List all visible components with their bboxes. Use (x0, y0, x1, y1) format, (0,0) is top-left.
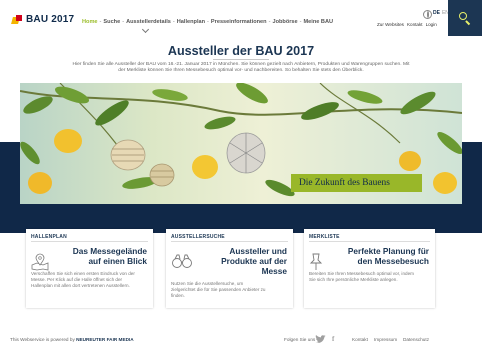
card-description: Bereiten Sie Ihren Messebesuch optimal v… (309, 271, 414, 282)
language-switch: DE EN (433, 10, 449, 16)
hero-tagline: Die Zukunft des Bauens (291, 174, 422, 192)
nav-separator: - (172, 19, 175, 25)
card-category: AUSSTELLERSUCHE (171, 234, 225, 240)
card-description: Nutzen Sie die Ausstellersuche, um zielg… (171, 281, 266, 298)
binoculars-icon (172, 254, 192, 268)
card-category: HALLENPLAN (31, 234, 67, 240)
title-divider (213, 59, 269, 60)
footer-link-datenschutz[interactable]: Datenschutz (403, 337, 429, 342)
nav-item-presseinformationen[interactable]: Presseinformationen (211, 19, 267, 25)
card-hallenplan[interactable]: HALLENPLAN Das Messegelände auf einen Bl… (26, 229, 153, 308)
search-icon (459, 12, 467, 20)
card-headline: Das Messegelände auf einen Blick (72, 246, 147, 266)
card-divider (309, 241, 430, 242)
nav-separator: - (299, 19, 302, 25)
card-category: MERKLISTE (309, 234, 340, 240)
footer-link-kontakt[interactable]: Kontakt (352, 337, 368, 342)
powered-by-link[interactable]: NEUREUTER FAIR MEDIA (76, 337, 134, 342)
nav-item-home[interactable]: Home (82, 19, 98, 25)
nav-item-jobboerse[interactable]: Jobbörse (272, 19, 297, 25)
card-description: Verschaffen Sie sich einen ersten Eindru… (31, 271, 135, 288)
page-title: Aussteller der BAU 2017 (167, 44, 315, 58)
powered-by: This Webservice is powered by NEUREUTER … (10, 337, 134, 342)
twitter-icon[interactable] (315, 335, 326, 344)
facebook-icon[interactable]: f (332, 335, 334, 343)
nav-separator: - (122, 19, 125, 25)
top-bar: BAU 2017 Home - Suche - Ausstellerdetails - Ha… (0, 0, 482, 36)
intro-text: Hier finden Sie alle Aussteller der BAU … (72, 62, 410, 74)
nav-item-hallenplan[interactable]: Hallenplan (177, 19, 205, 25)
footer: This Webservice is powered by NEUREUTER … (0, 334, 482, 345)
contact-link[interactable]: Kontakt (407, 22, 423, 27)
hero-banner: Die Zukunft des Bauens (20, 83, 462, 204)
card-divider (171, 241, 288, 242)
follow-us-label: Folgen Sie uns (284, 337, 316, 342)
footer-link-impressum[interactable]: Impressum (374, 337, 397, 342)
chevron-down-icon[interactable] (141, 25, 150, 34)
globe-icon (423, 10, 432, 19)
top-links: Zur Websites Kontakt Login (377, 22, 440, 27)
lang-de[interactable]: DE (433, 10, 440, 16)
logo-mark (11, 14, 23, 25)
nav-separator: - (207, 19, 209, 25)
bau-logo[interactable]: BAU 2017 (11, 14, 75, 25)
logo-text: BAU 2017 (26, 14, 75, 25)
card-merkliste[interactable]: MERKLISTE Perfekte Planung für den Messe… (304, 229, 435, 308)
map-pin-icon (31, 253, 49, 271)
main-nav: Home - Suche - Ausstellerdetails - Hallenplan -… (82, 19, 333, 25)
card-divider (31, 241, 148, 242)
nav-item-meine-bau[interactable]: Meine BAU (304, 19, 334, 25)
nav-separator: - (99, 19, 102, 25)
card-headline: Perfekte Planung für den Messebesuch (347, 246, 429, 266)
card-ausstellersuche[interactable]: AUSSTELLERSUCHE Aussteller und Produkte … (166, 229, 293, 308)
nav-item-suche[interactable]: Suche (103, 19, 120, 25)
watchlist-link[interactable]: Zur Websites (377, 22, 404, 27)
card-headline: Aussteller und Produkte auf der Messe (221, 246, 287, 276)
nav-item-ausstellerdetails[interactable]: Ausstellerdetails (126, 19, 171, 25)
login-link[interactable]: Login (426, 22, 437, 27)
pushpin-icon (309, 253, 323, 270)
search-button[interactable] (448, 0, 482, 36)
nav-separator: - (268, 19, 271, 25)
